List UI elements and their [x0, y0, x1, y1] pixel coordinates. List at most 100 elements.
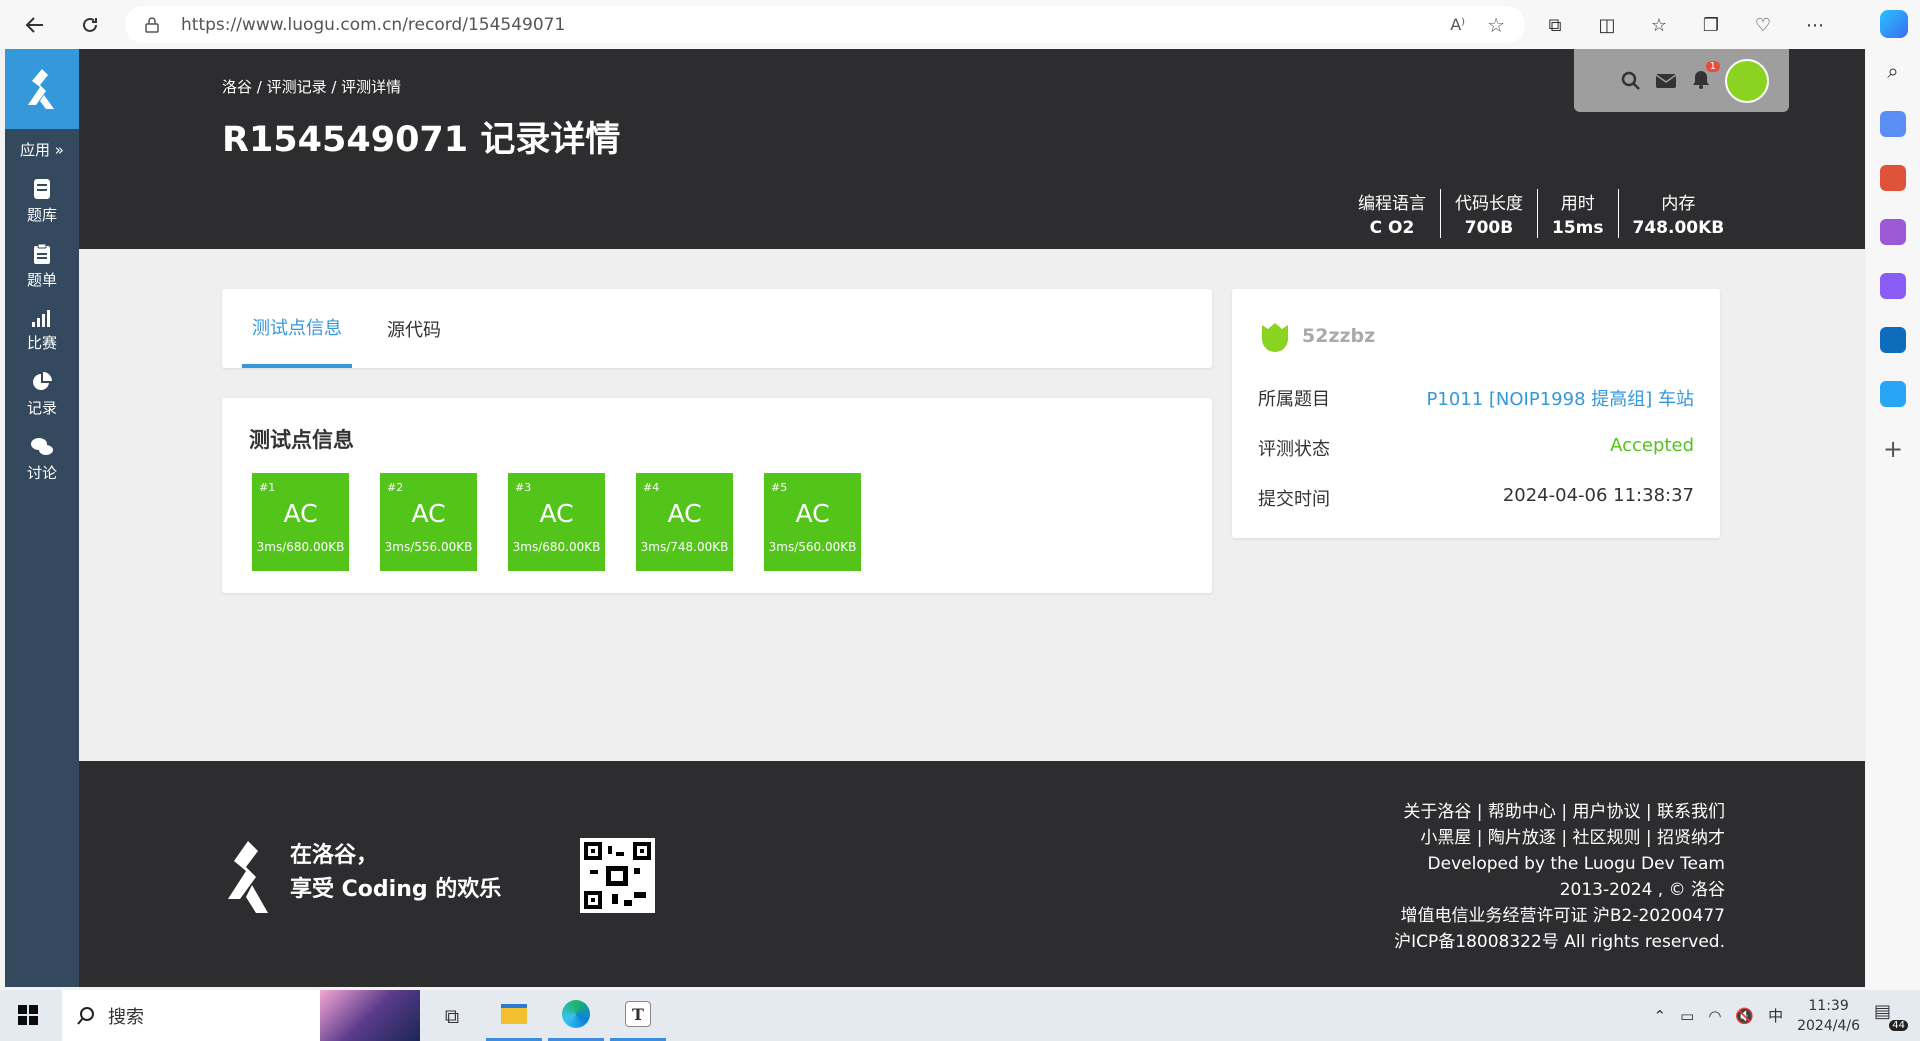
notification-bell[interactable]: 1 [1691, 60, 1720, 93]
sidebar-item-contests[interactable]: 比赛 [5, 308, 79, 353]
back-arrow-icon [25, 17, 43, 33]
left-sidebar: 应用 » 题库 题单 比赛 记录 讨论 [5, 49, 79, 987]
file-explorer-app[interactable] [486, 990, 542, 1041]
page-header: 洛谷 / 评测记录 / 评测详情 R154549071 记录详情 1 编程语言 C… [79, 49, 1865, 249]
footer-slogan: 在洛谷， 享受 Coding 的欢乐 [290, 843, 502, 902]
developer-credit: Developed by the Luogu Dev Team [1427, 854, 1725, 874]
status-value: Accepted [1610, 435, 1694, 456]
wifi-icon[interactable]: ◠ [1708, 1007, 1721, 1025]
user-avatar[interactable] [1725, 58, 1769, 103]
chat-bubbles-icon [31, 438, 53, 455]
page-title: R154549071 记录详情 [222, 120, 621, 160]
testcase-tile[interactable]: #2 AC 3ms/556.00KB [380, 473, 477, 571]
apps-menu[interactable]: 应用 » [5, 139, 79, 160]
testcase-tile[interactable]: #4 AC 3ms/748.00KB [636, 473, 733, 571]
sidebar-item-problems[interactable]: 题库 [5, 178, 79, 225]
sidebar-item-discuss[interactable]: 讨论 [5, 436, 79, 483]
book-icon [34, 179, 50, 199]
address-bar[interactable]: https://www.luogu.com.cn/record/15454907… [125, 6, 1525, 43]
browser-toolbar: https://www.luogu.com.cn/record/15454907… [0, 0, 1920, 49]
footer-links-row[interactable]: 关于洛谷 | 帮助中心 | 用户协议 | 联系我们 [1394, 799, 1725, 825]
bell-icon [1693, 70, 1709, 89]
read-aloud-icon[interactable]: A⁾ [1450, 15, 1465, 34]
qr-code [580, 838, 655, 913]
tab-source-code[interactable]: 源代码 [387, 289, 441, 368]
license-text[interactable]: 增值电信业务经营许可证 沪B2-20200477 [1394, 903, 1725, 929]
system-tray: ⌃ ▭ ◠ 🔇 中 11:39 2024/4/6 ▤ 44 [1654, 990, 1920, 1041]
breadcrumb[interactable]: 洛谷 / 评测记录 / 评测详情 [222, 76, 401, 97]
chat-icon: ▤ [1874, 1000, 1892, 1022]
add-icon[interactable]: + [1883, 435, 1903, 463]
stat-language: 编程语言 C O2 [1358, 194, 1426, 238]
stat-code-length: 代码长度 700B [1440, 189, 1537, 238]
chevron-up-icon[interactable]: ⌃ [1654, 1007, 1667, 1025]
drop-icon[interactable] [1880, 381, 1906, 407]
shopping-icon[interactable] [1880, 111, 1906, 137]
office-icon[interactable] [1880, 273, 1906, 299]
volume-muted-icon[interactable]: 🔇 [1735, 1007, 1754, 1025]
testcase-tile[interactable]: #5 AC 3ms/560.00KB [764, 473, 861, 571]
tools-icon[interactable] [1880, 165, 1906, 191]
taskbar-search[interactable]: 搜索 [62, 990, 420, 1041]
problem-link[interactable]: P1011 [NOIP1998 提高组] 车站 [1427, 385, 1694, 411]
submitter[interactable]: 52zzbz [1258, 319, 1375, 353]
refresh-button[interactable] [70, 5, 110, 45]
typora-app[interactable]: T [610, 990, 666, 1041]
sidebar-item-lists[interactable]: 题单 [5, 243, 79, 290]
username: 52zzbz [1302, 325, 1376, 347]
mail-icon[interactable] [1655, 73, 1677, 89]
extensions-icon[interactable]: ⧉ [1538, 8, 1572, 42]
task-view-button[interactable]: ⧉ [424, 990, 480, 1041]
split-screen-icon[interactable]: ◫ [1590, 8, 1624, 42]
clock[interactable]: 11:39 2024/4/6 [1797, 996, 1860, 1036]
ime-indicator[interactable]: 中 [1768, 1005, 1783, 1026]
record-info-card: 52zzbz 所属题目 P1011 [NOIP1998 提高组] 车站 评测状态… [1232, 289, 1720, 538]
submit-time-value: 2024-04-06 11:38:37 [1502, 485, 1694, 506]
more-menu-icon[interactable]: ⋯ [1798, 8, 1832, 42]
footer-links: 关于洛谷 | 帮助中心 | 用户协议 | 联系我们 小黑屋 | 陶片放逐 | 社… [1394, 799, 1725, 955]
problem-row: 所属题目 P1011 [NOIP1998 提高组] 车站 [1258, 385, 1694, 411]
copilot-icon[interactable] [1880, 10, 1908, 38]
site-footer: 在洛谷， 享受 Coding 的欢乐 关于洛谷 | 帮助中心 | 用户协议 | … [79, 761, 1865, 987]
folder-icon [501, 1004, 527, 1024]
notification-count: 1 [1705, 60, 1720, 72]
games-icon[interactable] [1880, 219, 1906, 245]
typora-icon: T [625, 1001, 651, 1027]
luogu-logo[interactable] [5, 49, 79, 129]
browser-essentials-icon[interactable]: ♡ [1746, 8, 1780, 42]
user-nav: 1 [1574, 49, 1789, 112]
testcase-tile[interactable]: #1 AC 3ms/680.00KB [252, 473, 349, 571]
back-button[interactable] [15, 5, 55, 45]
bar-chart-icon [32, 310, 50, 327]
notifications-button[interactable]: ▤ 44 [1874, 1001, 1908, 1031]
user-avatar-icon [1262, 323, 1288, 352]
notification-count: 44 [1889, 1019, 1908, 1031]
lock-icon [145, 16, 167, 33]
start-button[interactable] [18, 1005, 38, 1029]
testcases-heading: 测试点信息 [249, 428, 354, 452]
search-icon[interactable]: ⌕ [1887, 59, 1898, 83]
edge-icon [562, 1000, 590, 1028]
record-stats: 编程语言 C O2 代码长度 700B 用时 15ms 内存 748.00KB [1344, 189, 1738, 238]
favorite-star-icon[interactable]: ☆ [1487, 13, 1505, 37]
footer-links-row[interactable]: 小黑屋 | 陶片放逐 | 社区规则 | 招贤纳才 [1394, 825, 1725, 851]
testcases-card: 测试点信息 #1 AC 3ms/680.00KB #2 AC 3ms/556.00KB … [222, 398, 1212, 593]
favorites-icon[interactable]: ☆ [1642, 8, 1676, 42]
submit-time-row: 提交时间 2024-04-06 11:38:37 [1258, 485, 1694, 510]
outlook-icon[interactable] [1880, 327, 1906, 353]
url-text: https://www.luogu.com.cn/record/15454907… [181, 14, 566, 35]
windows-logo-icon [18, 1005, 38, 1025]
dev-team-link[interactable]: Luogu Dev Team [1584, 854, 1725, 874]
sidebar-item-records[interactable]: 记录 [5, 371, 79, 418]
collections-icon[interactable]: ❐ [1694, 8, 1728, 42]
battery-icon[interactable]: ▭ [1680, 1007, 1694, 1025]
testcase-tile[interactable]: #3 AC 3ms/680.00KB [508, 473, 605, 571]
clipboard-icon [34, 243, 50, 264]
search-icon [77, 1006, 94, 1025]
edge-app[interactable] [548, 990, 604, 1041]
copyright: 2013-2024 , © 洛谷 [1559, 880, 1725, 900]
search-icon[interactable] [1621, 71, 1641, 91]
tab-testcases[interactable]: 测试点信息 [242, 289, 352, 368]
luogu-footer-logo [228, 841, 268, 913]
icp-text[interactable]: 沪ICP备18008322号 All rights reserved. [1394, 929, 1725, 955]
